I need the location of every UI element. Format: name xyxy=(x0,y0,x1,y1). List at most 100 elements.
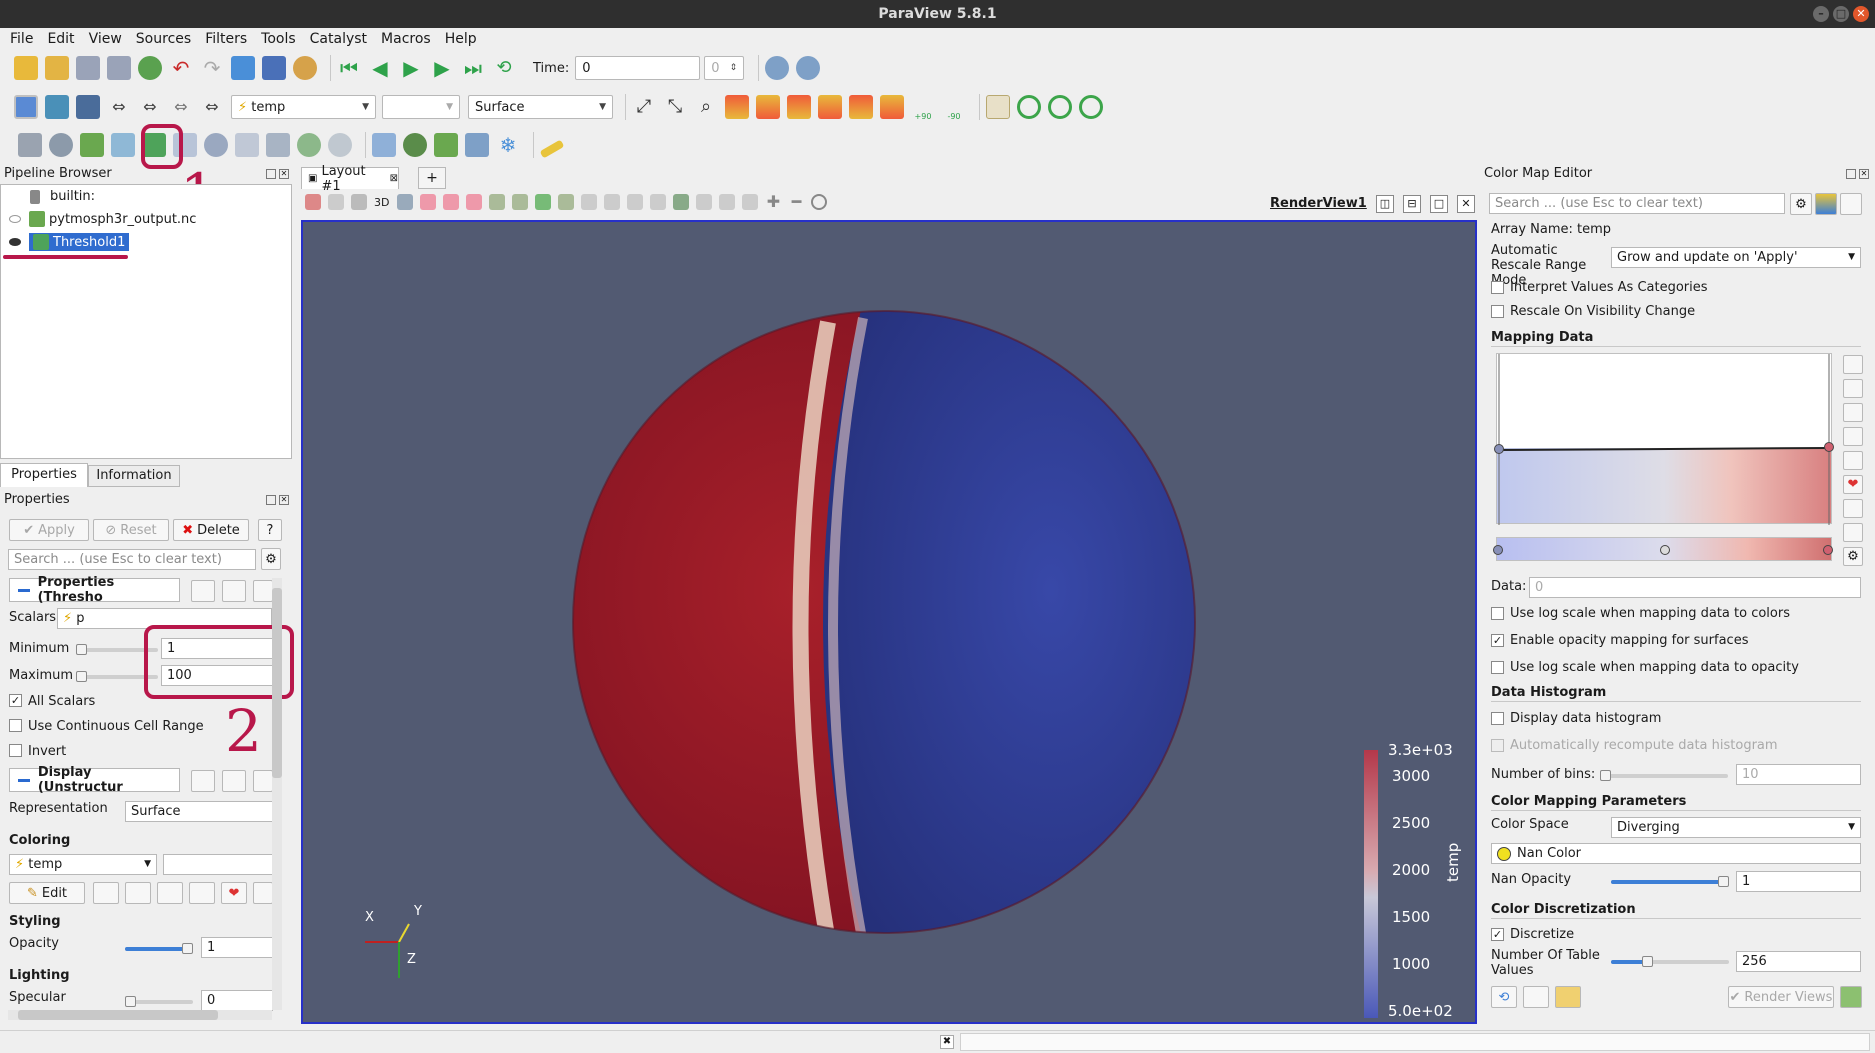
save-state-icon[interactable] xyxy=(107,56,131,80)
panel-float-icon[interactable] xyxy=(266,169,276,179)
grow-selection-icon[interactable] xyxy=(627,194,644,210)
select-points-icon[interactable] xyxy=(443,194,460,210)
properties-section-header[interactable]: Properties (Thresho xyxy=(9,575,180,605)
advanced-gear-icon[interactable]: ⚙ xyxy=(261,548,281,570)
edit-labels-icon[interactable] xyxy=(696,194,713,210)
histogram-icon[interactable] xyxy=(465,133,489,157)
zoom-to-data-icon[interactable]: ⤡ xyxy=(663,95,687,119)
add-layout-tab[interactable]: + xyxy=(418,167,446,189)
opacity-control-point[interactable] xyxy=(1494,444,1504,454)
bins-slider[interactable] xyxy=(1600,770,1728,781)
plot-over-line-icon[interactable] xyxy=(403,133,427,157)
connect-icon[interactable] xyxy=(231,56,255,80)
split-vertical-icon[interactable]: ⊟ xyxy=(1403,195,1421,213)
maximize-view-icon[interactable]: □ xyxy=(1430,195,1448,213)
colormap-gear-icon[interactable]: ⚙ xyxy=(1790,193,1812,215)
tab-information[interactable]: Information xyxy=(88,465,180,487)
rotate-minus-90-icon[interactable]: -90 xyxy=(942,95,966,121)
capture-screenshot-icon[interactable] xyxy=(351,194,367,210)
invert-map-icon[interactable] xyxy=(1843,451,1863,470)
properties-hscrollbar[interactable] xyxy=(8,1010,272,1020)
rescale-all-icon[interactable]: ⇔ xyxy=(200,95,224,119)
loop-icon[interactable]: ⟲ xyxy=(492,56,516,80)
render-views-button[interactable]: ✔ Render Views xyxy=(1728,986,1834,1008)
warp-vector-icon[interactable] xyxy=(266,133,290,157)
find-data-icon[interactable] xyxy=(765,56,790,80)
auto-update-icon[interactable]: ⟲ xyxy=(1491,986,1517,1008)
disconnect-icon[interactable] xyxy=(262,56,286,80)
reset-camera-closest-icon[interactable] xyxy=(305,194,321,210)
menu-macros[interactable]: Macros xyxy=(381,31,431,47)
save-defaults-icon[interactable] xyxy=(1523,986,1549,1008)
zoom-out-icon[interactable]: ━ xyxy=(788,194,804,210)
minimize-button[interactable]: – xyxy=(1813,6,1829,22)
delete-button[interactable]: ✖ Delete xyxy=(173,519,249,541)
data-input[interactable]: 0 xyxy=(1529,577,1861,598)
reload-icon[interactable] xyxy=(138,56,162,80)
pipeline-item-source[interactable]: pytmosph3r_output.nc xyxy=(9,211,196,227)
pipeline-item-builtin[interactable]: builtin: xyxy=(30,189,95,204)
extract-selection-icon[interactable] xyxy=(673,194,690,210)
color-array-combo[interactable]: ⚡ temp ▼ xyxy=(231,95,376,119)
3d-toggle[interactable]: 3D xyxy=(374,196,389,209)
view-plus-z-icon[interactable] xyxy=(849,95,873,119)
auto-rescale-combo[interactable]: Grow and update on 'Apply' ▼ xyxy=(1611,247,1861,268)
split-horizontal-icon[interactable]: ◫ xyxy=(1376,195,1394,213)
menu-catalyst[interactable]: Catalyst xyxy=(310,31,367,47)
clip-icon[interactable] xyxy=(80,133,104,157)
coloring-component-combo[interactable] xyxy=(163,854,273,875)
panel-float-icon[interactable] xyxy=(266,495,276,505)
table-values-slider[interactable] xyxy=(1611,956,1729,967)
layout-tab[interactable]: ▣ Layout #1 ⊠ xyxy=(301,164,399,194)
query-icon[interactable] xyxy=(796,56,821,80)
redo-icon[interactable]: ↷ xyxy=(200,56,224,80)
time-index-spinbox[interactable]: 0 ⇕ xyxy=(704,56,745,80)
continuous-cell-range-checkbox[interactable] xyxy=(9,719,22,732)
colormap-presets-icon[interactable] xyxy=(1815,193,1837,215)
rescale-range-icon[interactable] xyxy=(1843,355,1863,374)
auto-apply-icon[interactable] xyxy=(1840,986,1862,1008)
opacity-mapping-checkbox[interactable]: ✓ xyxy=(1491,634,1504,647)
view-minus-x-icon[interactable] xyxy=(756,95,780,119)
nan-color-button[interactable]: Nan Color xyxy=(1491,843,1861,864)
slice-icon[interactable] xyxy=(111,133,135,157)
hover-cells-icon[interactable] xyxy=(558,194,575,210)
more-icon[interactable] xyxy=(253,882,273,904)
menu-view[interactable]: View xyxy=(89,31,122,47)
previous-frame-icon[interactable]: ◀ xyxy=(368,56,392,80)
select-polygon-icon[interactable] xyxy=(581,194,598,210)
help-button[interactable]: ? xyxy=(258,519,282,541)
view-minus-z-icon[interactable] xyxy=(880,95,904,119)
select-polygon-points-icon[interactable] xyxy=(604,194,621,210)
reload-defaults-icon[interactable] xyxy=(253,770,273,792)
plot-data-icon[interactable] xyxy=(434,133,458,157)
paste-icon[interactable] xyxy=(222,770,246,792)
status-close-icon[interactable]: ✖ xyxy=(940,1035,954,1049)
rescale-custom-icon[interactable]: ⇔ xyxy=(107,95,131,119)
reset-button[interactable]: ⊘ Reset xyxy=(93,519,169,541)
opacity-slider[interactable] xyxy=(125,943,193,954)
pick-center-icon[interactable] xyxy=(1048,95,1072,119)
rescale-visible-icon[interactable] xyxy=(1843,427,1863,446)
calculator-icon[interactable] xyxy=(18,133,42,157)
panel-close-icon[interactable]: ✕ xyxy=(279,169,289,179)
copy-icon[interactable] xyxy=(191,770,215,792)
favorites-icon[interactable]: ❤ xyxy=(1843,475,1863,494)
invert-checkbox[interactable] xyxy=(9,744,22,757)
display-histogram-checkbox[interactable] xyxy=(1491,712,1504,725)
reset-camera-icon[interactable]: ⤢ xyxy=(632,95,656,119)
panel-close-icon[interactable]: ✕ xyxy=(1859,169,1869,179)
opacity-transfer-function-editor[interactable] xyxy=(1494,353,1834,525)
specular-slider[interactable] xyxy=(125,996,193,1007)
rescale-custom-icon[interactable] xyxy=(1843,379,1863,398)
open-recent-icon[interactable] xyxy=(45,56,69,80)
rescale-custom-icon[interactable] xyxy=(157,882,183,904)
ruler-icon[interactable] xyxy=(539,139,565,159)
maximize-button[interactable]: □ xyxy=(1833,6,1849,22)
color-legend-icon[interactable] xyxy=(14,95,38,119)
pipeline-item-threshold[interactable]: Threshold1 xyxy=(9,233,130,251)
component-combo[interactable]: ▼ xyxy=(382,95,460,119)
view-minus-y-icon[interactable] xyxy=(818,95,842,119)
palette-icon[interactable] xyxy=(293,56,317,80)
camera-undo-icon[interactable] xyxy=(328,194,344,210)
